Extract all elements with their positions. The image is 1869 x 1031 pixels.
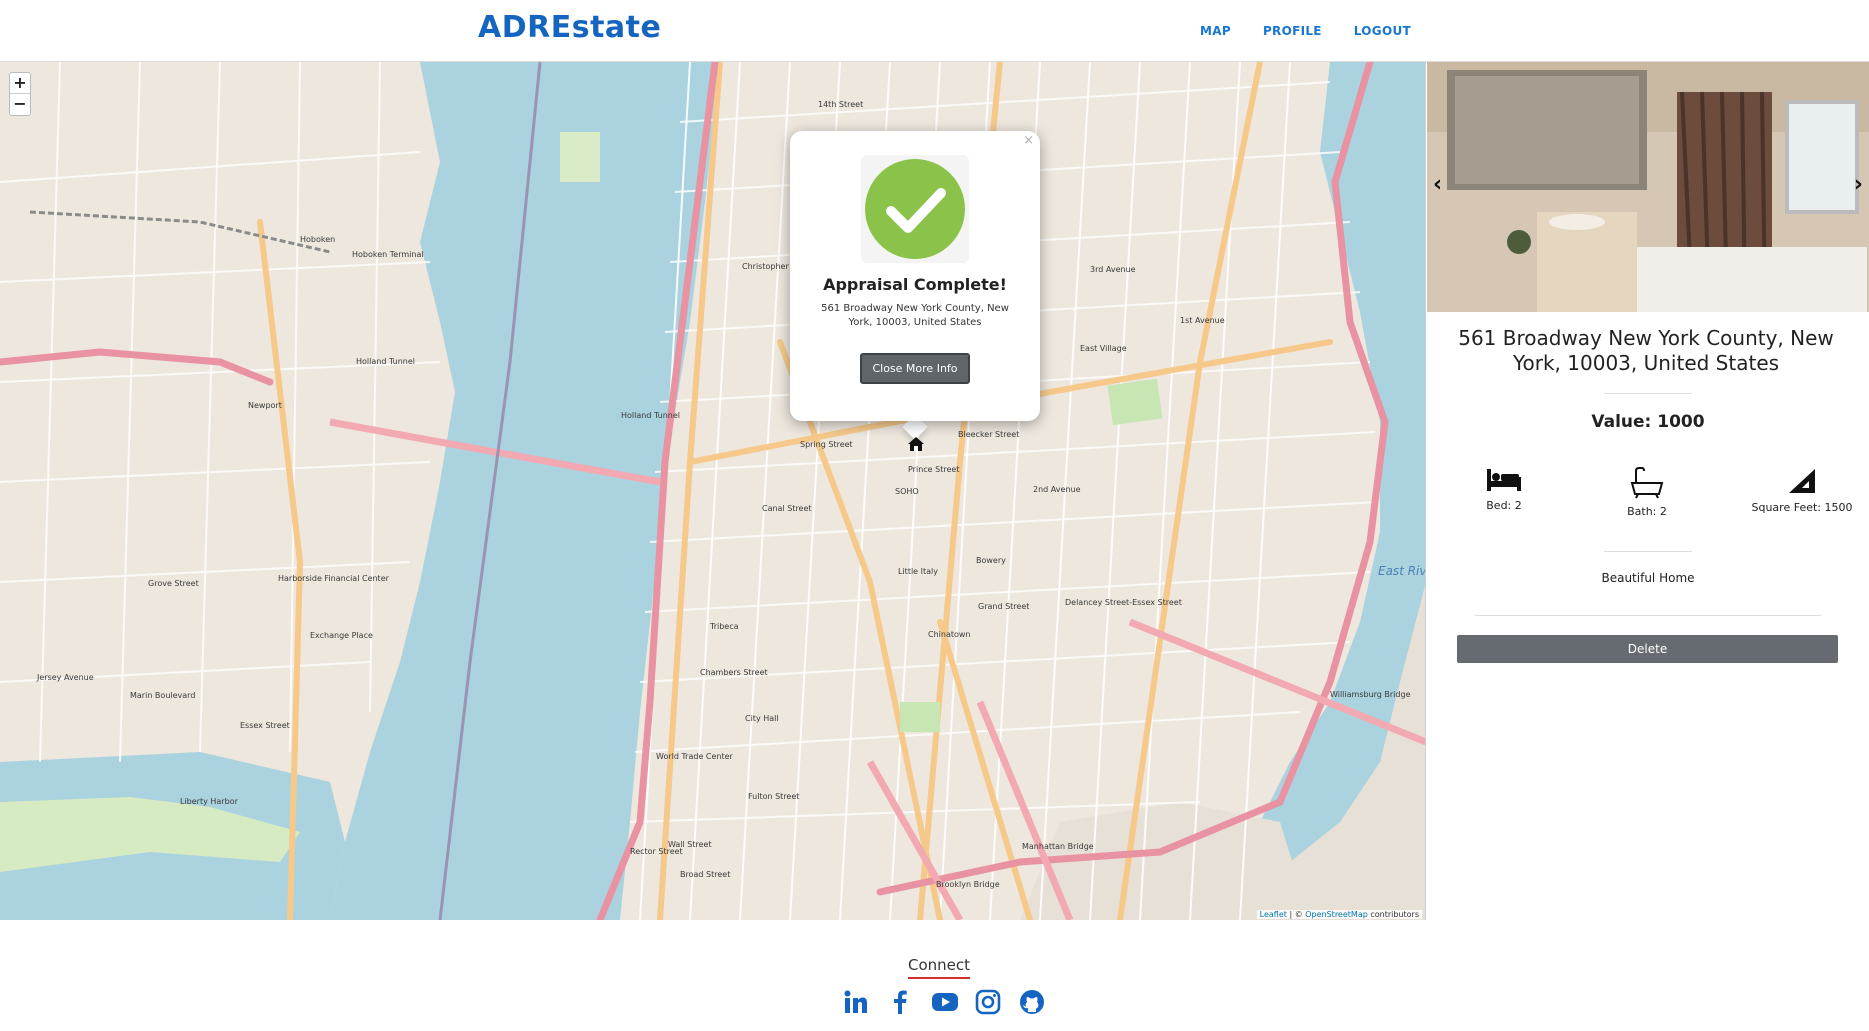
map-label: 3rd Avenue	[1090, 265, 1136, 274]
github-icon[interactable]	[1019, 989, 1045, 1015]
divider	[1604, 393, 1692, 394]
map-label: Harborside Financial Center	[278, 574, 389, 583]
map-label: East Village	[1080, 344, 1127, 353]
attribution-tail: contributors	[1367, 910, 1419, 919]
map-label: Jersey Avenue	[37, 673, 94, 682]
divider	[1604, 551, 1692, 552]
photo-prev-button[interactable]: ‹	[1433, 172, 1442, 197]
youtube-icon[interactable]	[931, 989, 958, 1015]
connect-underline	[908, 977, 970, 979]
popup-close-button[interactable]: ×	[1023, 133, 1034, 148]
footer: Connect	[0, 920, 1869, 1031]
map-label: Tribeca	[710, 622, 739, 631]
map-label: Hoboken	[300, 235, 336, 244]
map-view[interactable]: Holland Tunnel Holland Tunnel Hoboken Ho…	[0, 62, 1426, 920]
bath-icon	[1630, 467, 1664, 499]
map-label: Liberty Harbor	[180, 797, 238, 806]
map-attribution: Leaflet | © OpenStreetMap contributors	[1256, 910, 1422, 919]
map-label: Exchange Place	[310, 631, 373, 640]
map-label: 1st Avenue	[1180, 316, 1225, 325]
delete-button[interactable]: Delete	[1457, 635, 1838, 663]
property-address: 561 Broadway New York County, New York, …	[1458, 326, 1834, 375]
nav-links: MAP PROFILE LOGOUT	[1200, 24, 1443, 38]
map-label: Delancey Street-Essex Street	[1065, 598, 1182, 607]
map-label: Marin Boulevard	[130, 691, 196, 700]
map-label: Essex Street	[240, 721, 290, 730]
map-label: 14th Street	[818, 100, 864, 109]
map-label: Spring Street	[800, 440, 853, 449]
popup-address: 561 Broadway New York County, New York, …	[821, 303, 1009, 328]
map-label: Brooklyn Bridge	[936, 880, 1000, 889]
map-label: City Hall	[745, 714, 779, 723]
map-label: Prince Street	[908, 465, 960, 474]
map-label: Holland Tunnel	[621, 411, 680, 420]
bed-icon	[1487, 469, 1521, 491]
linkedin-icon[interactable]	[843, 989, 869, 1015]
map-label: Little Italy	[898, 567, 938, 576]
map-label: Holland Tunnel	[356, 357, 415, 366]
map-label: Rector Street	[630, 847, 683, 856]
map-tiles	[0, 62, 1425, 920]
map-label: SOHO	[895, 487, 919, 496]
map-label: Grand Street	[978, 602, 1030, 611]
bath-count: Bath: 2	[1627, 505, 1667, 518]
map-label: Bleecker Street	[958, 430, 1020, 439]
sqft-feature: Square Feet: 1500	[1737, 467, 1867, 514]
map-label: World Trade Center	[656, 752, 733, 761]
bed-count: Bed: 2	[1486, 499, 1522, 512]
bed-feature: Bed: 2	[1469, 467, 1539, 512]
zoom-in-button[interactable]: +	[10, 73, 30, 94]
instagram-icon[interactable]	[975, 989, 1001, 1015]
facebook-icon[interactable]	[887, 989, 913, 1015]
close-more-info-button[interactable]: Close More Info	[860, 353, 970, 384]
nav-map-link[interactable]: MAP	[1200, 24, 1231, 38]
attribution-separator: | ©	[1286, 910, 1306, 919]
appraisal-popup: × Appraisal Complete! 561 Broadway New Y…	[790, 131, 1040, 421]
divider	[1475, 615, 1821, 616]
map-label: Newport	[248, 401, 282, 410]
brand-logo[interactable]: ADREstate	[478, 10, 661, 45]
map-label: Broad Street	[680, 870, 731, 879]
map-label: Fulton Street	[748, 792, 800, 801]
ruler-triangle-icon	[1789, 469, 1815, 493]
popup-title: Appraisal Complete!	[823, 275, 1007, 294]
social-links	[843, 989, 1045, 1015]
home-marker-icon[interactable]	[907, 436, 925, 456]
nav-logout-link[interactable]: LOGOUT	[1354, 24, 1411, 38]
map-label: Grove Street	[148, 579, 199, 588]
osm-link[interactable]: OpenStreetMap	[1305, 910, 1368, 919]
map-label: Canal Street	[762, 504, 812, 513]
map-label: Chambers Street	[700, 668, 768, 677]
map-label: Manhattan Bridge	[1022, 842, 1094, 851]
nav-profile-link[interactable]: PROFILE	[1263, 24, 1322, 38]
map-label: Chinatown	[928, 630, 971, 639]
property-description: Beautiful Home	[1601, 571, 1695, 585]
success-check-icon	[861, 155, 969, 263]
map-label: 2nd Avenue	[1033, 485, 1081, 494]
property-panel: ‹ › 561 Broadway New York County, New Yo…	[1427, 62, 1869, 920]
map-label: Williamsburg Bridge	[1330, 690, 1411, 699]
leaflet-link[interactable]: Leaflet	[1260, 910, 1287, 919]
property-photo: ‹ ›	[1427, 62, 1869, 312]
map-label: Hoboken Terminal	[352, 250, 424, 259]
zoom-control: + −	[9, 72, 31, 116]
zoom-out-button[interactable]: −	[10, 94, 30, 115]
property-value: Value: 1000	[1591, 412, 1705, 432]
map-label: East Riv	[1378, 564, 1426, 578]
navbar: ADREstate MAP PROFILE LOGOUT	[0, 0, 1869, 62]
photo-next-button[interactable]: ›	[1854, 172, 1863, 197]
sqft-count: Square Feet: 1500	[1751, 501, 1853, 514]
connect-heading: Connect	[907, 956, 971, 974]
map-label: Bowery	[976, 556, 1006, 565]
bath-feature: Bath: 2	[1612, 467, 1682, 518]
